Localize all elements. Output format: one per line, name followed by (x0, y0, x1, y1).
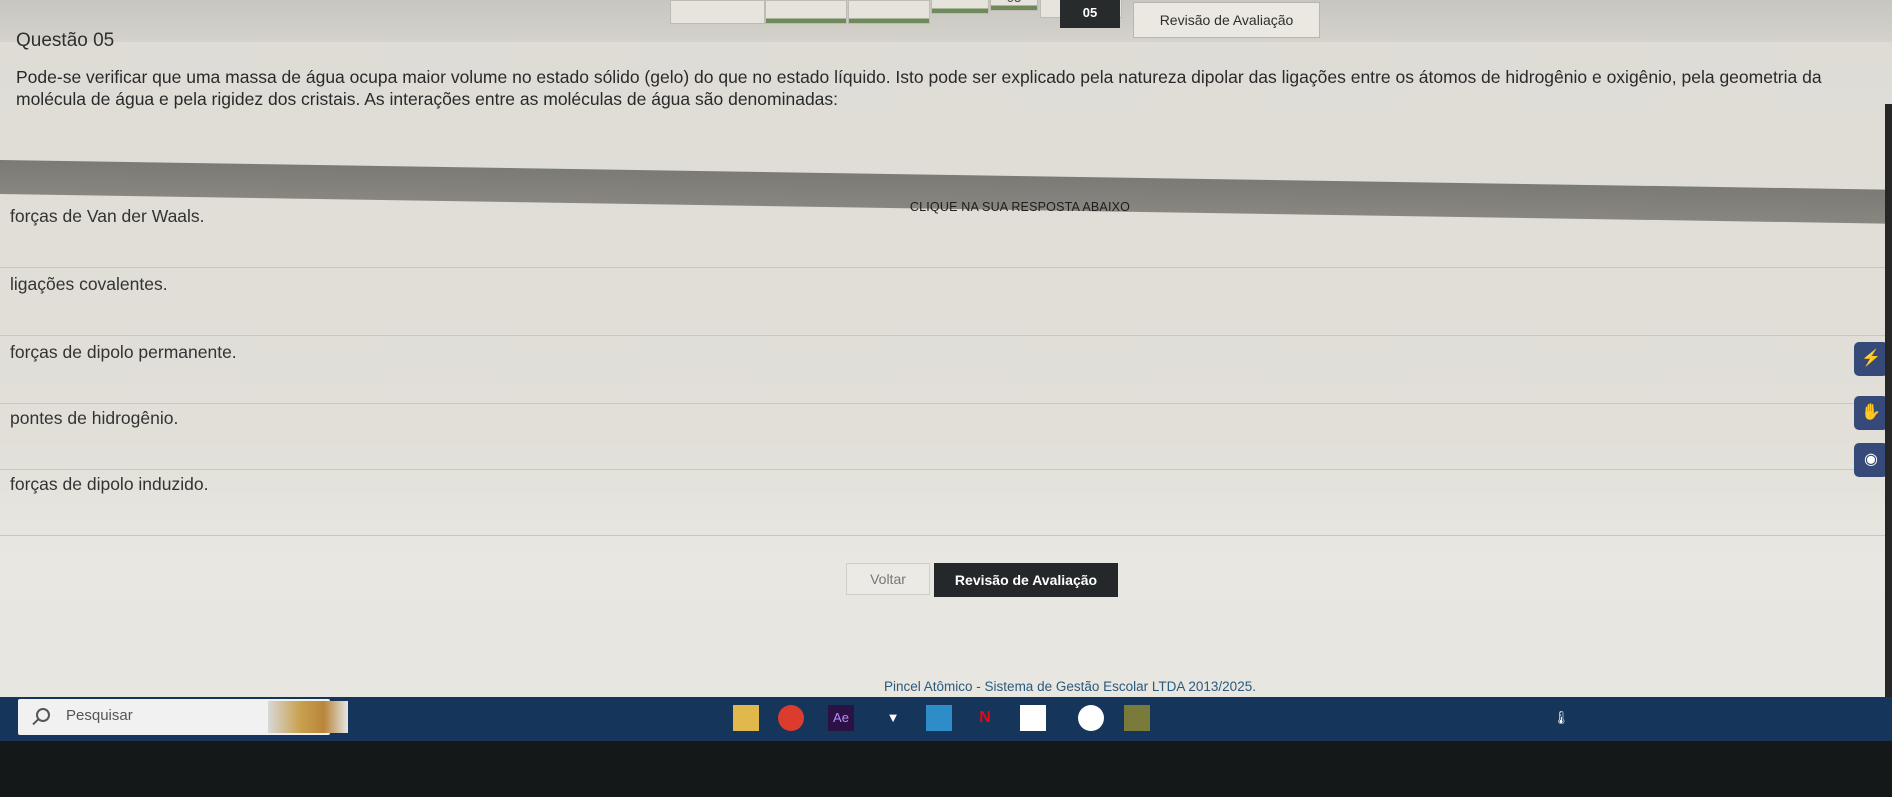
answer-option[interactable]: pontes de hidrogênio. (0, 408, 1892, 470)
chrome-icon[interactable] (778, 705, 804, 731)
answer-option[interactable]: ligações covalentes. (0, 274, 1892, 336)
question-nav-button[interactable]: 03 (990, 0, 1038, 11)
search-highlight-image (268, 701, 348, 733)
question-nav-button[interactable] (848, 0, 930, 24)
nav-review-button[interactable]: Revisão de Avaliação (1133, 2, 1320, 38)
app-icon[interactable]: ▼ (880, 705, 906, 731)
answer-option[interactable]: forças de Van der Waals. (0, 206, 1892, 268)
app-icon[interactable] (1124, 705, 1150, 731)
question-nav-current[interactable]: 05 (1060, 0, 1120, 28)
taskbar-search[interactable]: Pesquisar (18, 699, 348, 735)
after-effects-icon[interactable]: Ae (828, 705, 854, 731)
monitor-bezel (0, 741, 1892, 797)
footer-text: Pincel Atômico - Sistema de Gestão Escol… (884, 679, 1256, 694)
back-button[interactable]: Voltar (846, 563, 930, 595)
file-explorer-icon[interactable] (733, 705, 759, 731)
question-nav-button[interactable] (670, 0, 765, 24)
steam-icon[interactable] (1078, 705, 1104, 731)
answer-option[interactable]: forças de dipolo induzido. (0, 474, 1892, 536)
review-button[interactable]: Revisão de Avaliação (934, 563, 1118, 597)
question-nav-button[interactable] (765, 0, 847, 24)
question-nav-button[interactable] (931, 0, 989, 14)
window-edge (1885, 104, 1892, 704)
answer-option-label: ligações covalentes. (10, 274, 168, 294)
taskbar: Pesquisar Ae ▼ N 🌡 (0, 697, 1892, 741)
answer-option-label: forças de dipolo permanente. (10, 342, 237, 362)
hide-icon[interactable]: ◉ (1854, 443, 1888, 477)
search-icon (36, 708, 50, 722)
question-navigation: 03 04 05 Revisão de Avaliação (0, 0, 1892, 42)
answer-option[interactable]: forças de dipolo permanente. (0, 342, 1892, 404)
answer-option-label: forças de dipolo induzido. (10, 474, 209, 494)
question-title: Questão 05 (16, 30, 115, 51)
question-text: Pode-se verificar que uma massa de água … (16, 67, 1822, 109)
answer-option-label: pontes de hidrogênio. (10, 408, 179, 428)
calendar-icon[interactable] (926, 705, 952, 731)
sign-language-icon[interactable]: ✋ (1854, 396, 1888, 430)
app-icon[interactable] (1020, 705, 1046, 731)
answer-option-label: forças de Van der Waals. (10, 206, 205, 226)
weather-icon: 🌡 (1552, 710, 1570, 725)
screen: 03 04 05 Revisão de Avaliação Questão 05… (0, 0, 1892, 797)
accessibility-icon[interactable]: ⚡ (1854, 342, 1888, 376)
netflix-icon[interactable]: N (972, 705, 998, 731)
search-label: Pesquisar (66, 707, 133, 724)
